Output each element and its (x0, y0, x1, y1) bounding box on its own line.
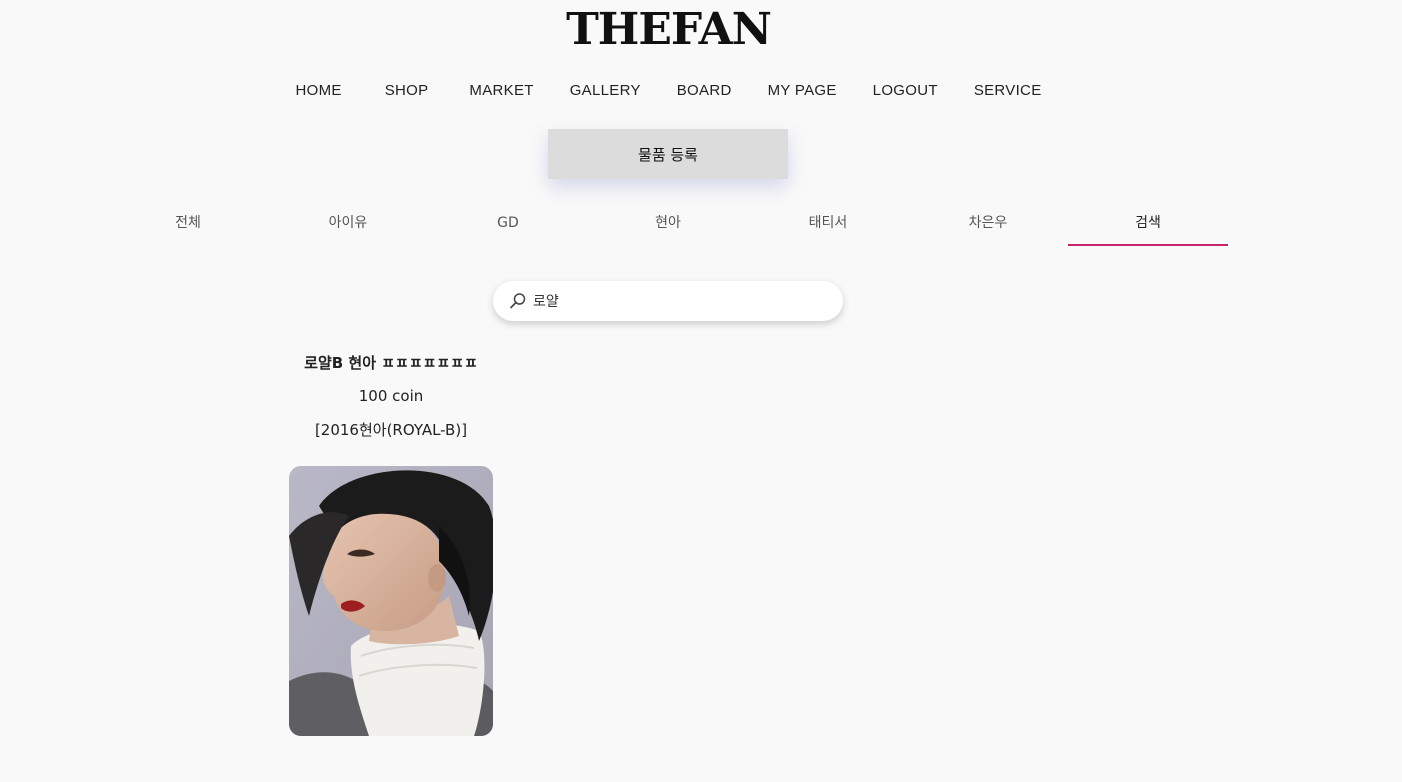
card-photo[interactable] (289, 466, 493, 736)
nav-market[interactable]: MARKET (469, 82, 533, 99)
nav-service[interactable]: SERVICE (974, 82, 1042, 99)
result-card[interactable]: 로얄B 현아 ㅍㅍㅍㅍㅍㅍㅍ 100 coin [2016현아(ROYAL-B)… (281, 348, 501, 736)
nav-home[interactable]: HOME (295, 82, 341, 99)
tab-cha-eunwoo[interactable]: 차은우 (908, 200, 1068, 246)
site-logo[interactable]: THEFAN (0, 4, 1337, 55)
tab-search[interactable]: 검색 (1068, 200, 1228, 246)
nav-logout[interactable]: LOGOUT (873, 82, 938, 99)
search-bar[interactable] (493, 281, 843, 321)
category-tabs: 전체 아이유 GD 현아 태티서 차은우 검색 (108, 200, 1228, 248)
main-nav: HOME SHOP MARKET GALLERY BOARD MY PAGE L… (0, 82, 1337, 99)
card-tag: [2016현아(ROYAL-B)] (314, 421, 468, 439)
card-price: 100 coin (358, 387, 424, 405)
tab-iu[interactable]: 아이유 (268, 200, 428, 246)
nav-shop[interactable]: SHOP (385, 82, 429, 99)
card-title[interactable]: 로얄B 현아 ㅍㅍㅍㅍㅍㅍㅍ (281, 352, 501, 373)
tab-taetiseo[interactable]: 태티서 (748, 200, 908, 246)
search-icon[interactable] (509, 292, 527, 310)
tab-gd[interactable]: GD (428, 200, 588, 246)
tab-all[interactable]: 전체 (108, 200, 268, 246)
register-item-button[interactable]: 물품 등록 (548, 129, 788, 179)
nav-my-page[interactable]: MY PAGE (768, 82, 837, 99)
nav-board[interactable]: BOARD (677, 82, 732, 99)
nav-gallery[interactable]: GALLERY (570, 82, 641, 99)
search-input[interactable] (531, 292, 825, 310)
tab-hyuna[interactable]: 현아 (588, 200, 748, 246)
